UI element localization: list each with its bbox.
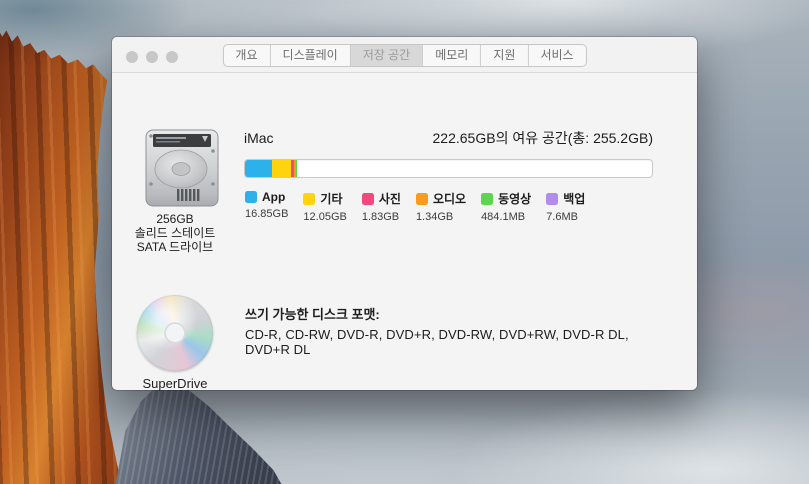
tab-bar: 개요디스플레이저장 공간메모리지원서비스	[222, 44, 586, 67]
legend-label: 기타	[320, 190, 342, 207]
window-controls	[126, 51, 178, 63]
legend-swatch	[362, 193, 374, 205]
legend-item: 동영상 484.1MB	[481, 190, 531, 223]
drive-name-line3: SATA 드라이브	[112, 240, 238, 254]
volume-name: iMac	[244, 130, 274, 146]
legend-item-header: 오디오	[416, 190, 466, 207]
legend-label: 백업	[563, 190, 585, 207]
about-this-mac-window: 개요디스플레이저장 공간메모리지원서비스	[112, 37, 697, 390]
legend-swatch	[245, 191, 257, 203]
tab-display[interactable]: 디스플레이	[270, 45, 350, 66]
legend-size: 16.85GB	[245, 208, 288, 220]
wallpaper-granite-slope	[100, 378, 295, 484]
hard-drive-icon	[145, 129, 219, 207]
window-titlebar[interactable]: 개요디스플레이저장 공간메모리지원서비스	[112, 37, 697, 73]
drive-name-label: 256GB 솔리드 스테이트 SATA 드라이브	[112, 212, 238, 254]
tab-service[interactable]: 서비스	[527, 45, 585, 66]
legend-label: App	[262, 190, 285, 204]
legend-size: 7.6MB	[546, 211, 585, 223]
tab-support[interactable]: 지원	[480, 45, 527, 66]
legend-swatch	[481, 193, 493, 205]
legend-label: 사진	[379, 190, 401, 207]
superdrive-name-label: SuperDrive	[112, 376, 238, 391]
storage-pane: 256GB 솔리드 스테이트 SATA 드라이브 SuperDrive iMac…	[112, 73, 697, 389]
storage-usage-bar	[244, 159, 653, 178]
legend-size: 1.34GB	[416, 211, 466, 223]
legend-swatch	[303, 193, 315, 205]
legend-swatch	[546, 193, 558, 205]
legend-label: 오디오	[433, 190, 466, 207]
storage-bar-segment	[272, 160, 291, 177]
legend-item: 백업 7.6MB	[546, 190, 585, 223]
free-space-text: 222.65GB의 여유 공간(총: 255.2GB)	[433, 128, 653, 148]
writable-formats-title: 쓰기 가능한 디스크 포맷:	[245, 304, 380, 323]
legend-label: 동영상	[498, 190, 531, 207]
close-button[interactable]	[126, 51, 138, 63]
legend-item-header: 백업	[546, 190, 585, 207]
legend-item-header: 사진	[362, 190, 401, 207]
legend-item: 기타 12.05GB	[303, 190, 346, 223]
tab-storage[interactable]: 저장 공간	[350, 45, 423, 66]
legend-item-header: 동영상	[481, 190, 531, 207]
legend-item-header: 기타	[303, 190, 346, 207]
tab-memory[interactable]: 메모리	[422, 45, 480, 66]
legend-size: 484.1MB	[481, 211, 531, 223]
storage-bar-segment	[296, 160, 297, 177]
drive-name-line1: 256GB	[112, 212, 238, 226]
volume-header-row: iMac 222.65GB의 여유 공간(총: 255.2GB)	[244, 128, 653, 148]
tab-overview[interactable]: 개요	[223, 45, 269, 66]
legend-size: 1.83GB	[362, 211, 401, 223]
legend-swatch	[416, 193, 428, 205]
superdrive-disc-icon	[137, 295, 213, 371]
minimize-button[interactable]	[146, 51, 158, 63]
legend-size: 12.05GB	[303, 211, 346, 223]
writable-formats-list: CD-R, CD-RW, DVD-R, DVD+R, DVD-RW, DVD+R…	[245, 327, 653, 357]
storage-bar-segment	[245, 160, 272, 177]
legend-item: App 16.85GB	[245, 190, 288, 223]
legend-item: 사진 1.83GB	[362, 190, 401, 223]
drive-name-line2: 솔리드 스테이트	[112, 226, 238, 240]
legend-item: 오디오 1.34GB	[416, 190, 466, 223]
storage-legend: App 16.85GB 기타 12.05GB 사진 1.83GB 오디오 1.34GB 동영상 4…	[245, 190, 585, 223]
legend-item-header: App	[245, 190, 288, 204]
zoom-button[interactable]	[166, 51, 178, 63]
